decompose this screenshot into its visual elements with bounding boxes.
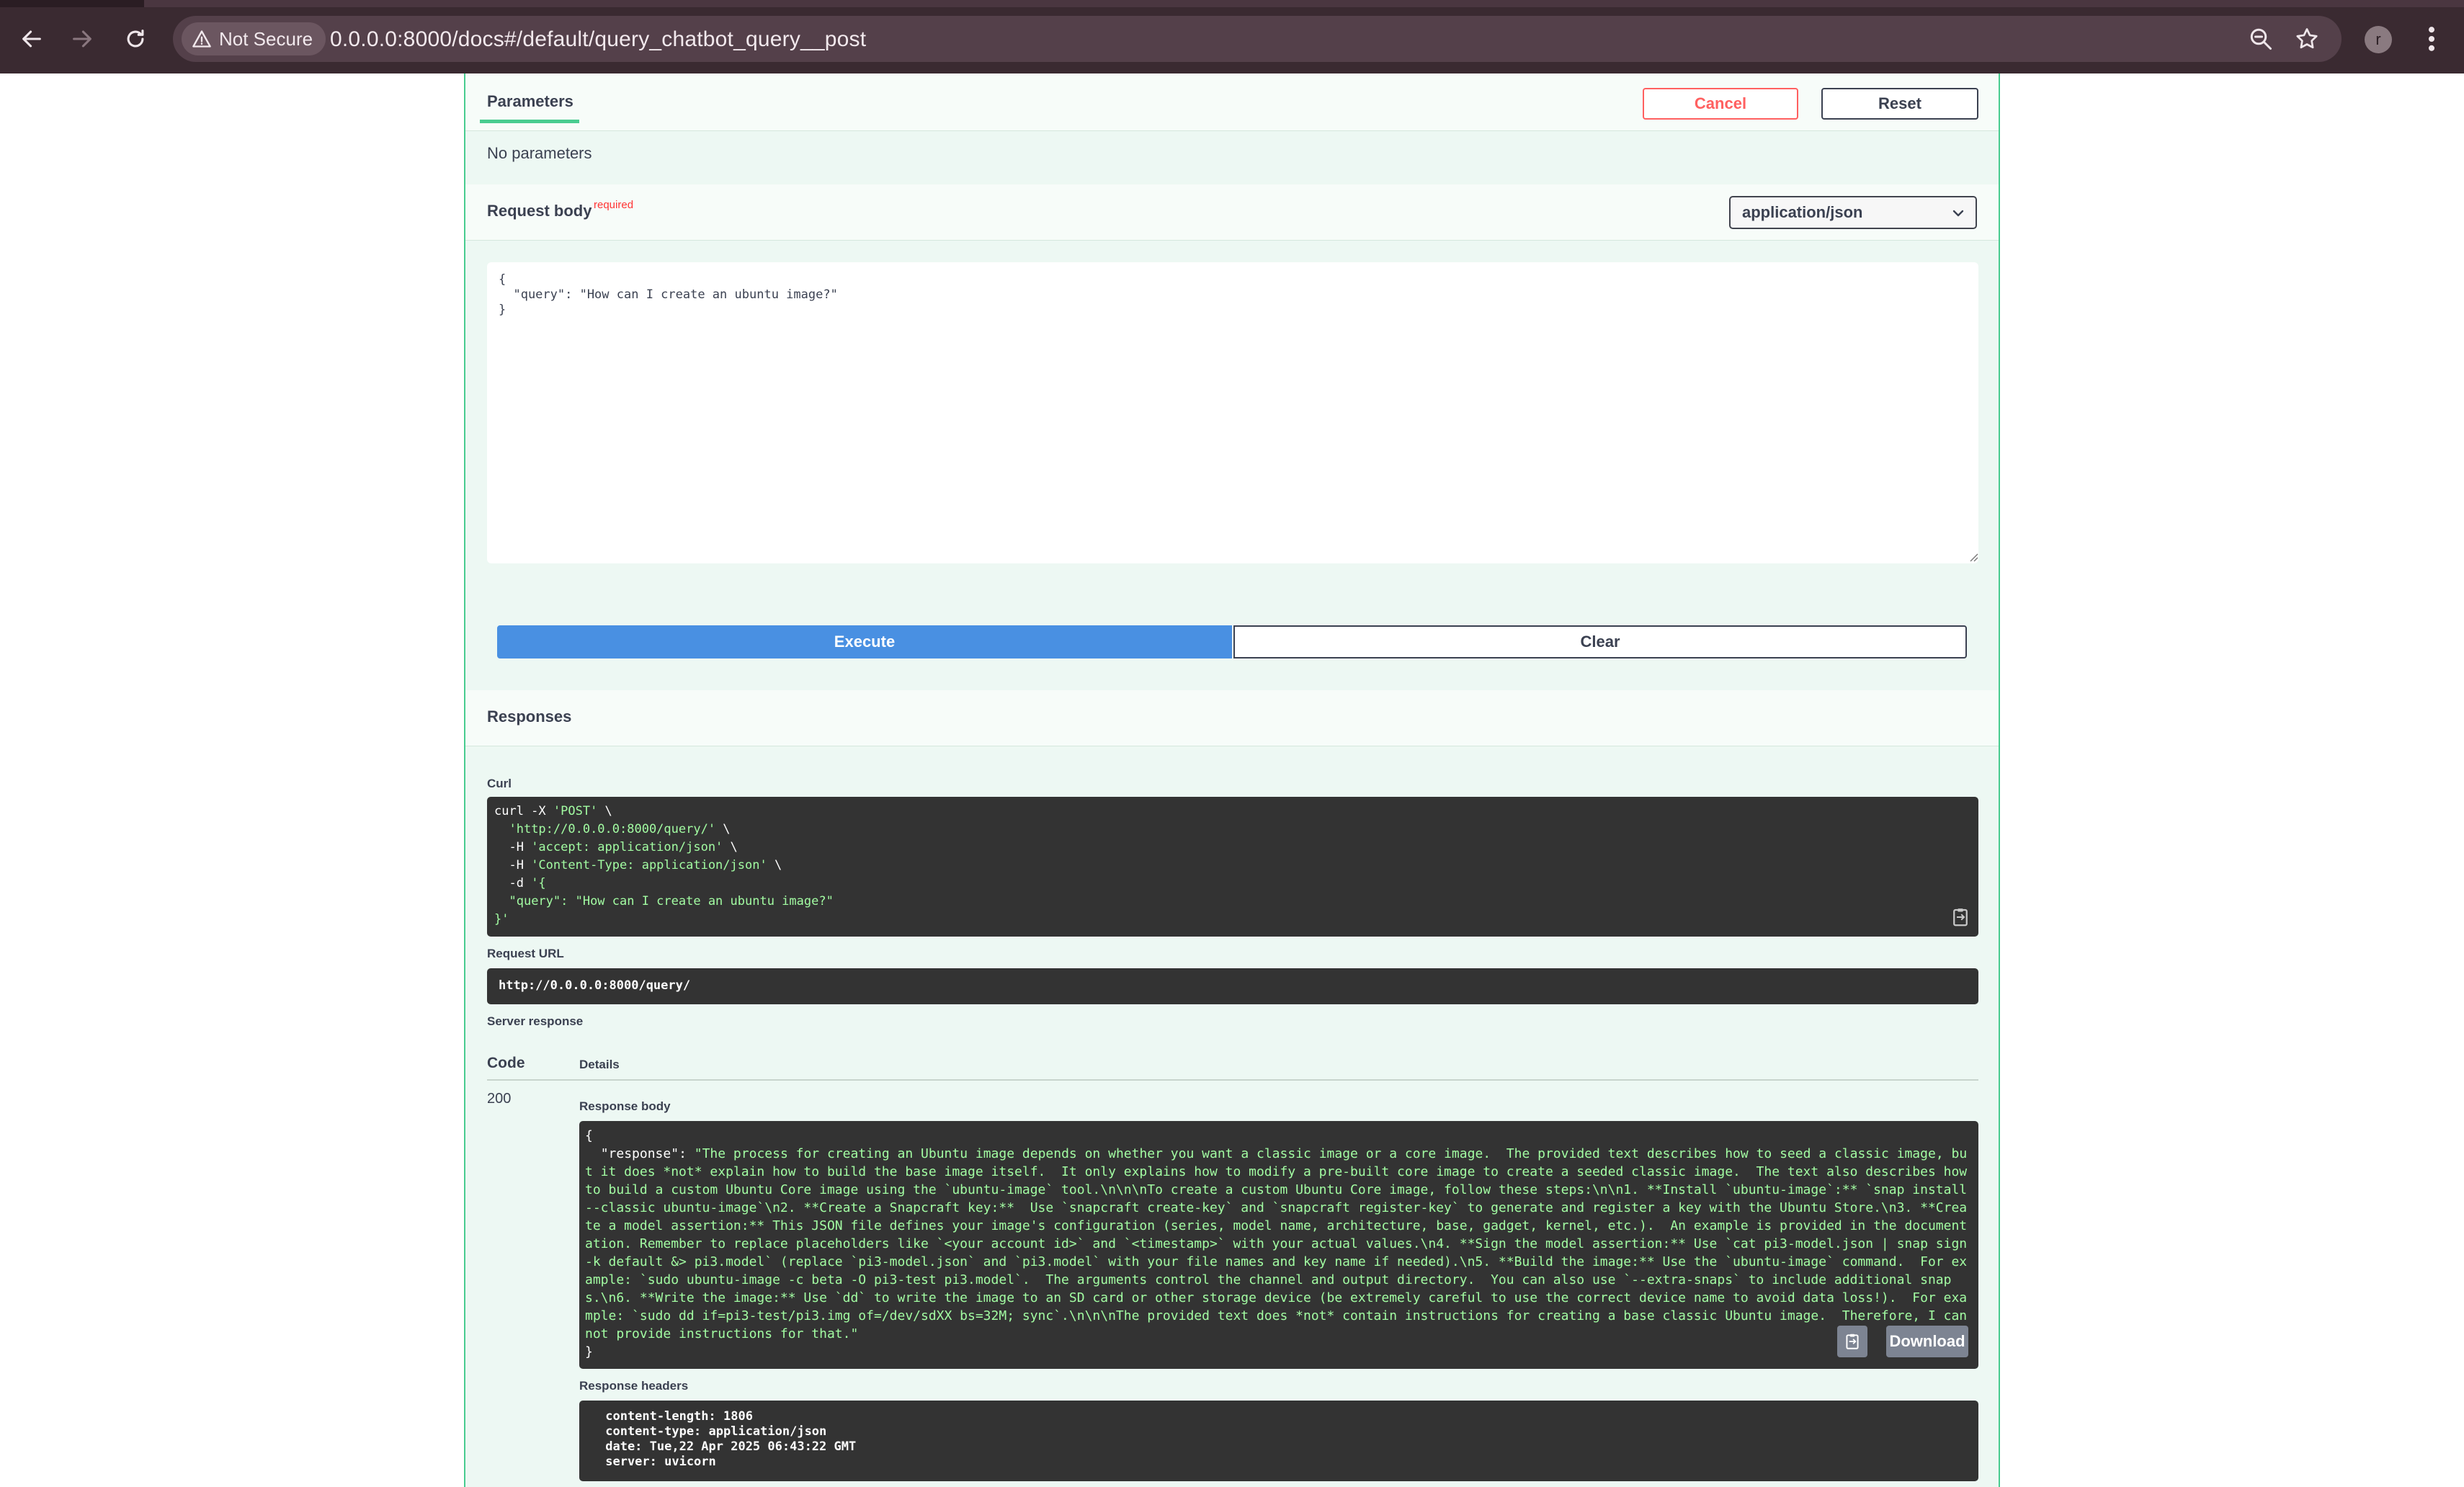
curl-token bbox=[494, 822, 509, 836]
response-body-label: Response body bbox=[579, 1099, 671, 1113]
curl-line: -d '{ bbox=[494, 875, 1971, 893]
curl-line: -H 'accept: application/json' \ bbox=[494, 839, 1971, 857]
copy-response-button[interactable] bbox=[1837, 1326, 1867, 1357]
reload-icon bbox=[127, 30, 144, 48]
response-key: "response" bbox=[600, 1146, 679, 1161]
curl-string: 'accept: application/json' bbox=[531, 840, 723, 854]
arrow-left-icon bbox=[22, 30, 41, 48]
curl-token: -d bbox=[494, 876, 532, 890]
zoom-icon[interactable] bbox=[2248, 26, 2274, 52]
page-content: Parameters Cancel Reset No parameters Re… bbox=[0, 73, 2464, 1487]
server-response-label: Server response bbox=[487, 1014, 584, 1028]
curl-token: curl -X bbox=[494, 804, 553, 818]
forward-button[interactable] bbox=[65, 22, 99, 56]
url-text[interactable]: 0.0.0.0:8000/docs#/default/query_chatbot… bbox=[330, 27, 866, 52]
required-badge: required bbox=[594, 199, 634, 211]
curl-line: 'http://0.0.0.0:8000/query/' \ bbox=[494, 821, 1971, 839]
code-column-header: Code bbox=[487, 1055, 525, 1071]
curl-token: \ bbox=[715, 822, 731, 836]
copy-clipboard-icon bbox=[1846, 1334, 1859, 1349]
security-indicator[interactable]: Not Secure bbox=[182, 22, 326, 55]
security-label: Not Secure bbox=[219, 27, 313, 50]
responses-header bbox=[465, 690, 1999, 746]
tab-active-underline bbox=[480, 120, 579, 123]
curl-string: 'Content-Type: application/json' bbox=[531, 858, 767, 872]
response-body-block[interactable]: { "response": "The process for creating … bbox=[579, 1121, 1978, 1369]
request-url-label: Request URL bbox=[487, 947, 564, 960]
resize-grip-icon[interactable] bbox=[1968, 552, 1978, 562]
curl-token: -H bbox=[494, 840, 532, 854]
address-bar[interactable]: Not Secure 0.0.0.0:8000/docs#/default/qu… bbox=[173, 16, 2342, 62]
response-headers-label: Response headers bbox=[579, 1379, 689, 1393]
curl-line: }' bbox=[494, 911, 1971, 929]
back-button[interactable] bbox=[14, 22, 49, 56]
responses-title: Responses bbox=[487, 707, 572, 725]
json-brace-close: } bbox=[585, 1344, 593, 1359]
curl-line: "query": "How can I create an ubuntu ima… bbox=[494, 893, 1971, 911]
curl-token: -H bbox=[494, 858, 532, 872]
profile-avatar[interactable]: r bbox=[2365, 26, 2392, 53]
reload-button[interactable] bbox=[118, 22, 153, 56]
request-body-title: Request body bbox=[487, 202, 592, 220]
reset-button[interactable]: Reset bbox=[1821, 88, 1978, 120]
curl-string: 'http://0.0.0.0:8000/query/' bbox=[509, 822, 716, 836]
curl-string: 'POST' bbox=[553, 804, 598, 818]
arrow-right-icon bbox=[73, 30, 91, 48]
tab-strip-highlight bbox=[144, 0, 2464, 7]
curl-line: -H 'Content-Type: application/json' \ bbox=[494, 857, 1971, 875]
execute-button[interactable]: Execute bbox=[497, 625, 1232, 658]
curl-label: Curl bbox=[487, 777, 512, 790]
curl-token: \ bbox=[723, 840, 738, 854]
details-column-header: Details bbox=[579, 1058, 620, 1071]
menu-kebab-icon[interactable] bbox=[2421, 23, 2442, 55]
curl-string: '{ bbox=[531, 876, 546, 890]
browser-toolbar: Not Secure 0.0.0.0:8000/docs#/default/qu… bbox=[0, 0, 2464, 73]
status-code: 200 bbox=[487, 1091, 512, 1107]
table-divider bbox=[487, 1079, 1978, 1081]
operation-block-post: Parameters Cancel Reset No parameters Re… bbox=[464, 73, 2000, 1487]
curl-string: }' bbox=[494, 912, 509, 926]
cancel-button[interactable]: Cancel bbox=[1643, 88, 1798, 120]
chevron-down-icon bbox=[1952, 210, 1964, 217]
download-button[interactable]: Download bbox=[1886, 1326, 1968, 1357]
curl-token: \ bbox=[767, 858, 782, 872]
bookmark-star-icon[interactable] bbox=[2294, 26, 2320, 52]
content-type-value: application/json bbox=[1742, 203, 1863, 221]
curl-string: "query": "How can I create an ubuntu ima… bbox=[509, 894, 834, 908]
response-headers-block[interactable]: content-length: 1806 content-type: appli… bbox=[579, 1401, 1978, 1481]
copy-clipboard-icon[interactable] bbox=[1950, 906, 1971, 928]
request-body-editor[interactable]: { "query": "How can I create an ubuntu i… bbox=[487, 262, 1978, 563]
curl-token: \ bbox=[597, 804, 612, 818]
content-type-select[interactable]: application/json bbox=[1729, 196, 1977, 229]
tab-parameters[interactable]: Parameters bbox=[487, 92, 573, 111]
clear-button[interactable]: Clear bbox=[1233, 625, 1967, 658]
curl-line: curl -X 'POST' \ bbox=[494, 803, 1971, 821]
request-url-value[interactable]: http://0.0.0.0:8000/query/ bbox=[487, 968, 1978, 1004]
parameters-header: Parameters Cancel Reset bbox=[465, 73, 1999, 131]
curl-command-block[interactable]: curl -X 'POST' \ 'http://0.0.0.0:8000/qu… bbox=[487, 797, 1978, 937]
response-value: "The process for creating an Ubuntu imag… bbox=[585, 1146, 1975, 1341]
curl-token bbox=[494, 894, 509, 908]
no-parameters-text: No parameters bbox=[487, 144, 592, 162]
json-brace: { bbox=[585, 1128, 593, 1143]
warning-triangle-icon bbox=[192, 30, 211, 48]
